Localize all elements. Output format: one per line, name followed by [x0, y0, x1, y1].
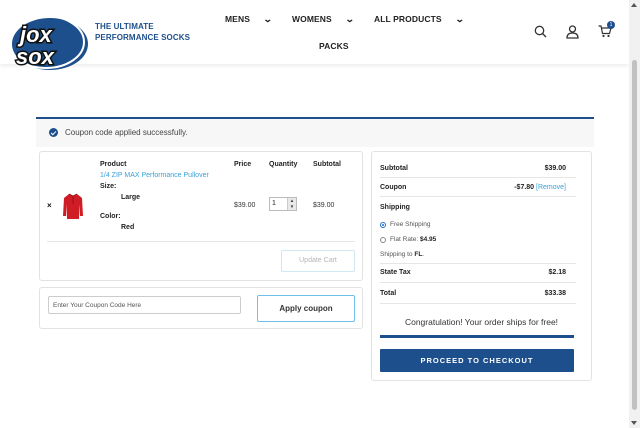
coupon-form: Apply coupon: [39, 287, 363, 329]
nav-womens[interactable]: WOMENS ⌄: [292, 14, 355, 25]
scroll-thumb[interactable]: [632, 60, 637, 410]
chevron-down-icon: ⌄: [454, 14, 465, 24]
size-value: Large: [121, 194, 141, 201]
flat-rate-radio[interactable]: [380, 237, 386, 243]
color-value: Red: [121, 224, 135, 231]
subtotal-label: Subtotal: [380, 165, 408, 172]
search-icon[interactable]: [534, 25, 547, 38]
divider: [380, 196, 576, 197]
free-shipping-progress-bar: [380, 335, 574, 338]
coupon-applied-notice: Coupon code applied successfully.: [36, 117, 594, 147]
header-price: Price: [234, 161, 252, 168]
update-cart-button[interactable]: Update Cart: [281, 250, 355, 272]
divider: [380, 282, 576, 283]
nav-packs[interactable]: PACKS: [319, 41, 349, 51]
divider: [380, 177, 576, 178]
free-shipping-option[interactable]: Free Shipping: [390, 221, 430, 228]
item-price: $39.00: [234, 202, 256, 209]
total-label: Total: [380, 290, 397, 297]
flat-rate-option[interactable]: Flat Rate: $4.95: [390, 236, 436, 243]
divider: [380, 303, 576, 304]
nav-womens-label: WOMENS: [292, 14, 332, 24]
shipping-state: FL: [414, 251, 423, 258]
scroll-up-arrow-icon[interactable]: [631, 3, 637, 7]
apply-coupon-button[interactable]: Apply coupon: [257, 295, 355, 322]
color-label: Color:: [100, 213, 121, 220]
cart-totals: Subtotal $39.00 Coupon -$7.80 [Remove] S…: [371, 151, 592, 381]
shipping-label: Shipping: [380, 204, 410, 211]
tax-label: State Tax: [380, 269, 411, 276]
coupon-code-input[interactable]: [48, 296, 241, 314]
product-name-link[interactable]: 1/4 ZIP MAX Performance Pullover: [100, 172, 209, 179]
page-scrollbar[interactable]: [629, 0, 640, 428]
nav-packs-label: PACKS: [319, 41, 349, 51]
product-thumbnail[interactable]: [62, 192, 84, 220]
tagline-line-1: THE ULTIMATE: [95, 22, 154, 31]
nav-mens[interactable]: MENS ⌄: [225, 14, 273, 25]
logo-text-bottom: sox: [16, 44, 55, 69]
spinner-arrows-icon[interactable]: ▲ ▼: [287, 198, 296, 210]
free-shipping-progress-fill: [380, 335, 574, 338]
flat-rate-price: $4.95: [419, 236, 437, 243]
coupon-label: Coupon: [380, 184, 407, 191]
tax-value: $2.18: [548, 269, 566, 276]
nav-mens-label: MENS: [225, 14, 250, 24]
chevron-down-icon: ⌄: [344, 14, 355, 24]
cart-table: Product Price Quantity Subtotal × 1/4 ZI…: [39, 151, 363, 281]
cart-button[interactable]: 1: [598, 21, 615, 38]
free-shipping-message: Congratulation! Your order ships for fre…: [404, 317, 559, 327]
notice-text: Coupon code applied successfully.: [65, 128, 188, 137]
header-product: Product: [100, 161, 127, 168]
nav-all-products[interactable]: ALL PRODUCTS ⌄: [374, 14, 465, 25]
shipping-destination: Shipping to FL.: [380, 251, 425, 258]
proceed-to-checkout-button[interactable]: PROCEED TO CHECKOUT: [380, 349, 574, 372]
quantity-value: 1: [272, 200, 276, 207]
quantity-stepper[interactable]: 1 ▲ ▼: [269, 197, 297, 211]
header-subtotal: Subtotal: [313, 161, 341, 168]
item-subtotal: $39.00: [313, 202, 335, 209]
check-circle-icon: [49, 128, 58, 137]
nav-all-products-label: ALL PRODUCTS: [374, 14, 442, 24]
tagline-line-2: PERFORMANCE SOCKS: [95, 33, 191, 42]
flat-rate-label: Flat Rate:: [390, 236, 420, 243]
divider: [47, 241, 355, 242]
size-label: Size:: [100, 183, 117, 190]
divider: [380, 263, 576, 264]
free-shipping-radio[interactable]: [380, 222, 386, 228]
subtotal-value: $39.00: [544, 165, 566, 172]
coupon-value: -$7.80 [Remove]: [514, 184, 566, 191]
tagline: THE ULTIMATE PERFORMANCE SOCKS: [95, 21, 190, 43]
chevron-down-icon: ⌄: [262, 14, 273, 24]
header-quantity: Quantity: [269, 161, 298, 168]
remove-item-button[interactable]: ×: [47, 201, 52, 210]
scroll-down-arrow-icon[interactable]: [631, 421, 637, 425]
site-header: jox sox THE ULTIMATE PERFORMANCE SOCKS M…: [0, 0, 629, 71]
coupon-amount: -$7.80: [514, 184, 535, 191]
total-value: $33.38: [544, 290, 566, 297]
user-icon[interactable]: [566, 25, 579, 39]
remove-coupon-link[interactable]: [Remove]: [536, 184, 566, 191]
jox-sox-logo[interactable]: jox sox: [6, 12, 90, 74]
shipping-to-label: Shipping to: [380, 251, 415, 258]
cart-count-badge: 1: [607, 21, 615, 29]
